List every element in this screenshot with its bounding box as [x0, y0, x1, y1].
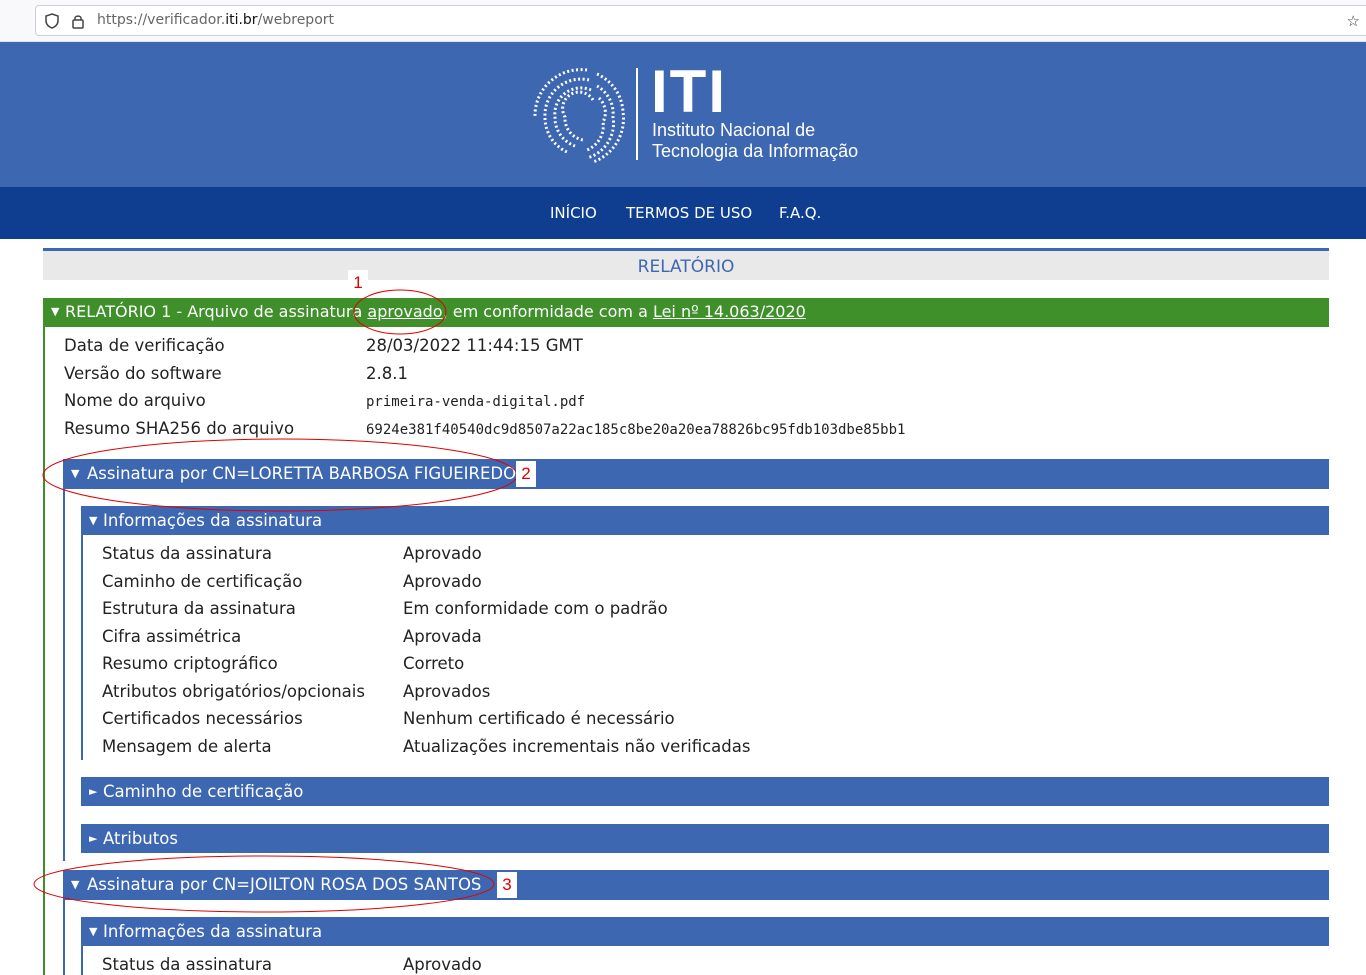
info-value: Aprovado [403, 572, 482, 591]
detail-label: Data de verificação [64, 336, 225, 355]
annotation-marker-1: 1 [348, 270, 368, 296]
report-section-title: RELATÓRIO [637, 257, 735, 277]
main-nav: INÍCIO TERMOS DE USO F.A.Q. [0, 187, 1366, 239]
triangle-right-icon: ► [89, 785, 98, 798]
info-value: Aprovado [403, 544, 482, 563]
triangle-down-icon: ▼ [71, 467, 80, 480]
info-label: Certificados necessários [102, 709, 303, 728]
signature-2-info-title: Informações da assinatura [103, 922, 323, 941]
info-label: Cifra assimétrica [102, 627, 242, 646]
shield-icon[interactable] [44, 13, 60, 29]
info-label: Status da assinatura [102, 955, 272, 974]
attributes-title: Atributos [103, 829, 178, 848]
signature-1-border [63, 489, 65, 861]
detail-label: Resumo SHA256 do arquivo [64, 419, 295, 438]
detail-value: 2.8.1 [366, 364, 408, 383]
info-value: Aprovados [403, 682, 491, 701]
signature-1-info-toggle[interactable]: ▼ Informações da assinatura [81, 506, 1329, 535]
logo-subtitle: Instituto Nacional de Tecnologia da Info… [652, 120, 859, 161]
info-label: Status da assinatura [102, 544, 272, 563]
detail-label: Nome do arquivo [64, 391, 206, 410]
signature-2-border [63, 900, 65, 975]
detail-value: 28/03/2022 11:44:15 GMT [366, 336, 583, 355]
fingerprint-icon [533, 68, 625, 164]
info-value: Nenhum certificado é necessário [403, 709, 675, 728]
signature-2-title: Assinatura por CN=JOILTON ROSA DOS SANTO… [87, 875, 482, 894]
detail-value: primeira-venda-digital.pdf [366, 394, 586, 410]
site-header: ITI Instituto Nacional de Tecnologia da … [0, 42, 1366, 187]
logo-wordmark: ITI [651, 58, 727, 125]
law-link[interactable]: Lei nº 14.063/2020 [653, 302, 806, 321]
signature-1-attributes-toggle[interactable]: ► Atributos [81, 824, 1329, 853]
info-value: Em conformidade com o padrão [403, 599, 668, 618]
info-label: Estrutura da assinatura [102, 599, 296, 618]
url-text[interactable]: https://verificador.iti.br/webreport [97, 12, 334, 28]
iti-logo[interactable]: ITI Instituto Nacional de Tecnologia da … [527, 58, 858, 172]
triangle-down-icon: ▼ [71, 878, 80, 891]
info-label: Caminho de certificação [102, 572, 303, 591]
info-label: Resumo criptográfico [102, 654, 278, 673]
bookmark-star-icon[interactable]: ☆ [1347, 12, 1360, 30]
nav-item-inicio[interactable]: INÍCIO [550, 204, 597, 222]
info-label: Mensagem de alerta [102, 737, 272, 756]
info-value: Correto [403, 654, 465, 673]
detail-value-sha256: 6924e381f40540dc9d8507a22ac185c8be20a20e… [366, 422, 906, 438]
detail-label: Versão do software [64, 364, 222, 383]
signature-1-cert-path-toggle[interactable]: ► Caminho de certificação [81, 777, 1329, 806]
triangle-right-icon: ► [89, 832, 98, 845]
report-border [43, 327, 45, 975]
signature-1-info-title: Informações da assinatura [103, 511, 323, 530]
triangle-down-icon: ▼ [89, 925, 98, 938]
annotation-marker-2: 2 [516, 461, 536, 487]
report-summary-text: RELATÓRIO 1 - Arquivo de assinatura apro… [65, 302, 806, 321]
address-bar[interactable]: https://verificador.iti.br/webreport ☆ [35, 5, 1366, 36]
status-link[interactable]: aprovado [367, 302, 442, 321]
info-value: Atualizações incrementais não verificada… [403, 737, 751, 756]
signature-1-info-border [81, 535, 83, 760]
info-label: Atributos obrigatórios/opcionais [102, 682, 365, 701]
report-summary-toggle[interactable]: ▼ RELATÓRIO 1 - Arquivo de assinatura ap… [43, 298, 1329, 327]
cert-path-title: Caminho de certificação [103, 782, 304, 801]
logo-divider [636, 68, 638, 160]
browser-toolbar: https://verificador.iti.br/webreport ☆ [0, 0, 1366, 42]
signature-2-toggle[interactable]: ▼ Assinatura por CN=JOILTON ROSA DOS SAN… [63, 870, 1329, 900]
signature-1-toggle[interactable]: ▼ Assinatura por CN=LORETTA BARBOSA FIGU… [63, 459, 1329, 489]
triangle-down-icon: ▼ [89, 514, 98, 527]
nav-item-termos-de-uso[interactable]: TERMOS DE USO [626, 204, 752, 222]
report-section-header: RELATÓRIO [43, 248, 1329, 280]
triangle-down-icon: ▼ [51, 305, 60, 318]
info-value: Aprovado [403, 955, 482, 974]
signature-1-title: Assinatura por CN=LORETTA BARBOSA FIGUEI… [87, 464, 517, 483]
info-value: Aprovada [403, 627, 482, 646]
lock-icon[interactable] [70, 13, 86, 29]
signature-2-info-border [81, 946, 83, 975]
signature-2-info-toggle[interactable]: ▼ Informações da assinatura [81, 917, 1329, 946]
nav-item-faq[interactable]: F.A.Q. [779, 204, 821, 222]
annotation-marker-3: 3 [497, 872, 517, 898]
